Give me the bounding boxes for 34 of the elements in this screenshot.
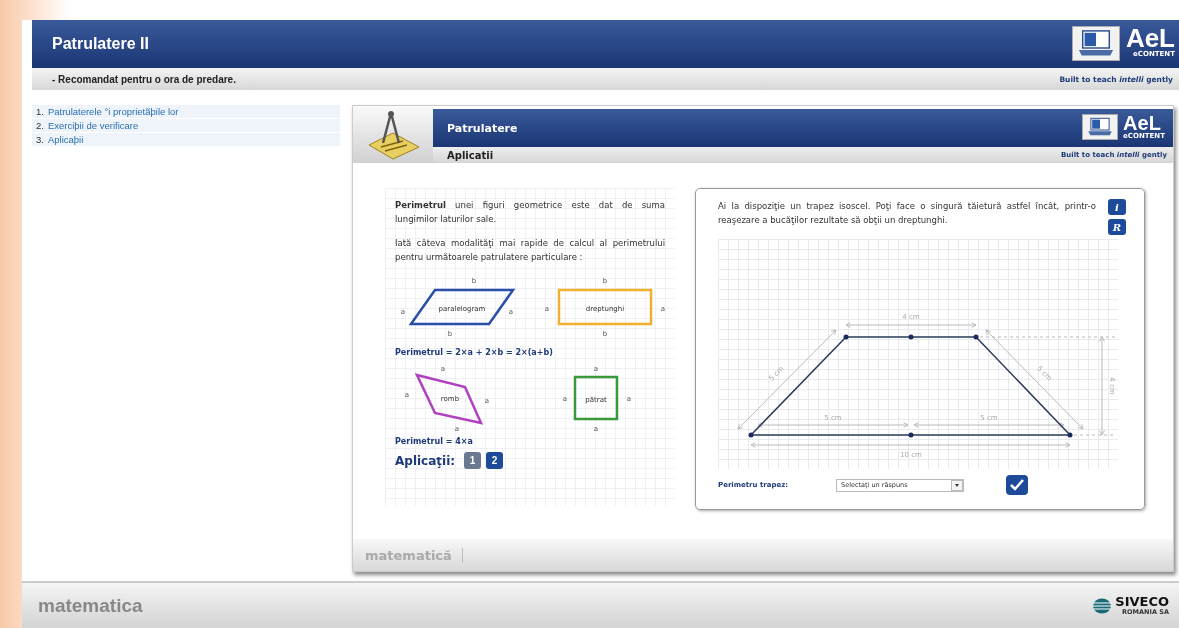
section-title: Aplicatii xyxy=(447,149,494,161)
lead-text: Iată câteva modalităţi mai rapide de calcul al perimetrului pentru următoarele patrulatere particulare : xyxy=(395,237,665,264)
exercise-text: Ai la dispoziţie un trapez isoscel. Poţi face o singură tăietură astfel încât, printr-o reaşezare a bucăţilor rezultate să obţii un dreptunghi. xyxy=(718,200,1096,227)
caret-icon xyxy=(951,479,963,491)
page-title: Patrulatere II xyxy=(52,35,149,53)
applications-label: Aplicaţii: xyxy=(395,453,456,468)
page-subtitle: - Recomandat pentru o ora de predare. xyxy=(52,73,236,85)
check-button[interactable] xyxy=(1006,475,1028,495)
lesson-link[interactable]: 3. Aplicaþii xyxy=(32,133,340,146)
item-label: Exerciþii de verificare xyxy=(47,120,139,131)
application-button[interactable]: 1 xyxy=(464,452,482,469)
intro-text: Perimetrul unei figuri geometrice este dat de suma lungimilor laturilor sale. xyxy=(395,199,665,226)
computer-icon xyxy=(1087,117,1114,137)
item-number: 3. xyxy=(36,134,44,145)
checkmark-icon xyxy=(1010,479,1024,491)
item-label: Aplicaþii xyxy=(47,134,84,145)
subject-title: matematica xyxy=(38,594,143,617)
lesson-link[interactable]: 2. Exerciþii de verificare xyxy=(32,119,340,132)
subject-label: matematică xyxy=(365,547,463,563)
application-button[interactable]: 2 xyxy=(486,452,504,469)
panel-title: Patrulatere xyxy=(447,121,518,135)
item-number: 1. xyxy=(36,106,44,117)
formula-text: Perimetrul = 4×a xyxy=(395,437,474,446)
item-label: Patrulaterele °i proprietãþile lor xyxy=(47,106,179,117)
reset-button[interactable]: R xyxy=(1108,219,1126,235)
logo-text: AeL xyxy=(1125,26,1175,50)
logo-text: AeL xyxy=(1123,114,1161,132)
brand-name: SIVECO xyxy=(1115,595,1169,608)
item-number: 2. xyxy=(36,120,44,131)
formula-text: Perimetrul = 2×a + 2×b = 2×(a+b) xyxy=(395,348,554,357)
lesson-link[interactable]: 1. Patrulaterele °i proprietãþile lor xyxy=(32,105,340,118)
globe-icon xyxy=(1092,597,1113,614)
info-button[interactable]: i xyxy=(1108,199,1126,215)
computer-icon xyxy=(1076,29,1115,58)
